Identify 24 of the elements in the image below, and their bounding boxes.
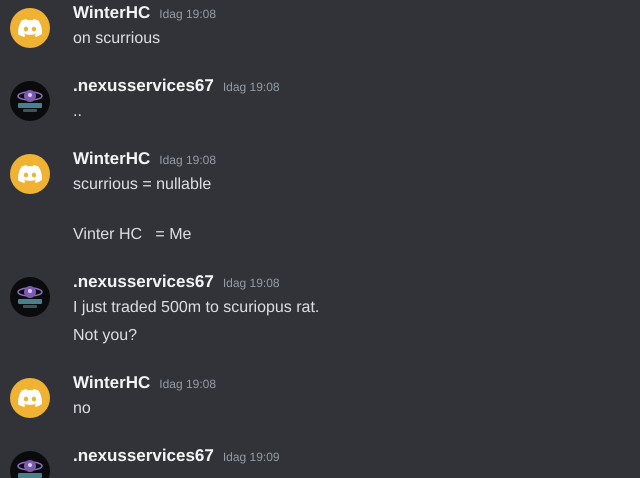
game-controller-icon <box>18 19 42 37</box>
message-text: Not you? <box>73 326 138 346</box>
timestamp: Idag 19:08 <box>159 376 216 393</box>
message-text: I just traded 500m to scuriopus rat. <box>73 298 320 318</box>
emblem-icon <box>15 88 45 114</box>
game-controller-icon <box>18 389 42 407</box>
username[interactable]: WinterHC <box>73 146 150 172</box>
timestamp: Idag 19:08 <box>159 152 216 169</box>
emblem-icon <box>15 458 45 478</box>
username[interactable]: WinterHC <box>73 370 150 396</box>
timestamp: Idag 19:08 <box>222 275 280 292</box>
timestamp: Idag 19:09 <box>222 449 280 466</box>
message-text: on scurrious <box>73 29 162 49</box>
username[interactable]: .nexusservices67 <box>73 443 214 469</box>
username[interactable]: WinterHC <box>73 0 150 26</box>
emblem-icon <box>15 284 45 310</box>
message-text: scurrious = nullable Vinter HC = Me <box>73 175 212 245</box>
game-controller-icon <box>18 165 42 183</box>
username[interactable]: .nexusservices67 <box>73 73 214 99</box>
timestamp: Idag 19:08 <box>222 79 280 96</box>
timestamp: Idag 19:08 <box>159 6 216 23</box>
username[interactable]: .nexusservices67 <box>73 269 214 295</box>
message-text: no <box>73 399 92 419</box>
message-text: .. <box>73 102 83 122</box>
